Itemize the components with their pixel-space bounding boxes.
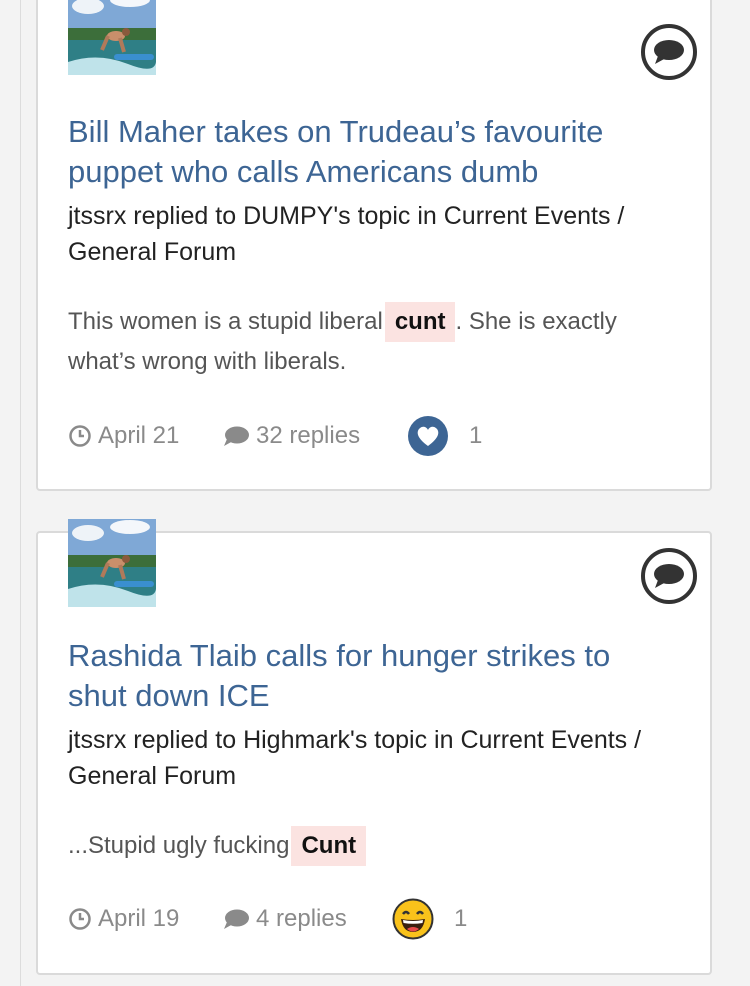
topic-owner-link[interactable]: Highmark's topic	[243, 726, 427, 754]
laughing-emoji-icon	[392, 898, 440, 940]
topic-owner-link[interactable]: DUMPY's topic	[243, 202, 410, 230]
post-date-text: April 19	[98, 905, 180, 932]
avatar-surfer-image	[68, 519, 156, 607]
avatar[interactable]	[68, 0, 156, 75]
comment-activity-icon	[641, 24, 697, 80]
replies-count-text: 32 replies	[256, 422, 361, 449]
censored-word: cunt	[384, 302, 456, 342]
topic-title-link[interactable]: Bill Maher takes on Trudeau’s favourite …	[68, 112, 670, 192]
activity-meta: jtssrx replied to DUMPY's topic in Curre…	[68, 198, 670, 270]
replies-count-text: 4 replies	[256, 905, 347, 932]
censored-word: Cunt	[291, 826, 367, 866]
post-stats: April 19 4 replies 1	[68, 898, 467, 940]
replies-count-link[interactable]: 32 replies	[222, 422, 407, 450]
meta-preposition-text: in	[410, 202, 444, 230]
activity-feed-page: Bill Maher takes on Trudeau’s favourite …	[0, 0, 750, 986]
snippet-text: ...Stupid ugly fucking	[68, 832, 290, 859]
reaction-count: 1	[469, 422, 483, 449]
post-snippet: This women is a stupid liberal cunt. She …	[68, 302, 670, 382]
feed-item: Bill Maher takes on Trudeau’s favourite …	[36, 0, 712, 491]
left-edge-divider	[20, 0, 21, 986]
replies-bubble-icon	[224, 426, 249, 446]
post-date: April 19	[68, 905, 222, 933]
avatar[interactable]	[68, 519, 156, 607]
post-date: April 21	[68, 422, 222, 450]
reaction-summary[interactable]: 1	[407, 415, 482, 457]
meta-preposition-text: in	[427, 726, 461, 754]
meta-action-text: replied to	[126, 726, 244, 754]
user-link[interactable]: jtssrx	[68, 202, 126, 230]
reaction-count: 1	[454, 905, 468, 932]
feed-item: Rashida Tlaib calls for hunger strikes t…	[36, 519, 712, 975]
activity-meta: jtssrx replied to Highmark's topic in Cu…	[68, 722, 670, 794]
user-link[interactable]: jtssrx	[68, 726, 126, 754]
reaction-summary[interactable]: 1	[392, 898, 467, 940]
clock-icon	[69, 425, 91, 447]
topic-title-link[interactable]: Rashida Tlaib calls for hunger strikes t…	[68, 636, 670, 716]
clock-icon	[69, 908, 91, 930]
replies-count-link[interactable]: 4 replies	[222, 905, 392, 933]
snippet-text: This women is a stupid liberal	[68, 308, 383, 335]
comment-activity-icon	[641, 548, 697, 604]
like-heart-icon	[407, 415, 455, 457]
meta-action-text: replied to	[126, 202, 244, 230]
post-date-text: April 21	[98, 422, 180, 449]
post-stats: April 21 32 replies 1	[68, 416, 482, 456]
post-snippet: ...Stupid ugly fucking Cunt	[68, 826, 670, 866]
avatar-surfer-image	[68, 0, 156, 75]
replies-bubble-icon	[224, 909, 249, 929]
